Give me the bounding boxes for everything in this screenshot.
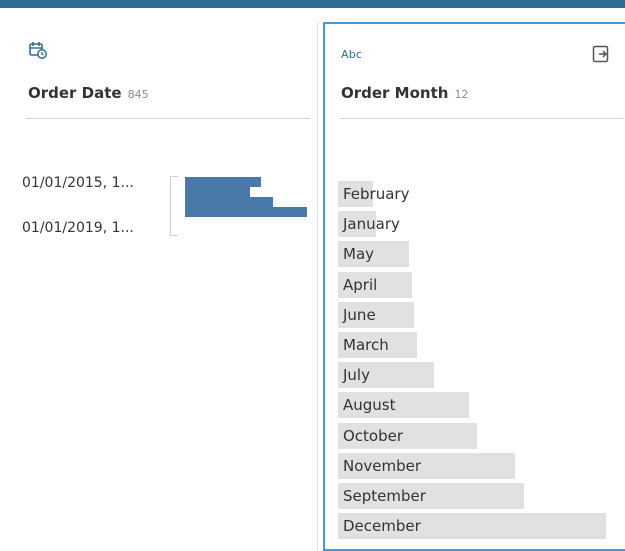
- value-list: February January May April June March July Augu…: [338, 179, 625, 541]
- string-type-icon: Abc: [341, 48, 363, 61]
- value-label: July: [343, 366, 370, 385]
- histogram-bar[interactable]: [185, 207, 307, 217]
- field-title: Order Month 12: [341, 84, 468, 102]
- export-icon[interactable]: [591, 44, 611, 64]
- distinct-count: 845: [127, 88, 149, 101]
- header-divider: [26, 118, 310, 119]
- value-label: August: [343, 396, 396, 415]
- distinct-count: 12: [454, 88, 469, 101]
- field-name: Order Date: [28, 84, 122, 102]
- value-row[interactable]: December: [338, 511, 625, 541]
- value-label: January: [343, 215, 400, 234]
- field-card-order-date[interactable]: Order Date 845 01/01/2015, 1... 01/01/201…: [4, 22, 318, 551]
- value-label: December: [343, 517, 421, 536]
- value-row[interactable]: February: [338, 179, 625, 209]
- calendar-clock-icon: [28, 40, 48, 60]
- value-label: November: [343, 456, 422, 475]
- histogram-bar[interactable]: [185, 197, 273, 207]
- histogram-bar[interactable]: [185, 177, 261, 187]
- range-start-label: 01/01/2015, 1...: [22, 175, 134, 191]
- top-accent-bar: [0, 0, 625, 8]
- header-divider: [339, 118, 623, 119]
- value-row[interactable]: May: [338, 239, 625, 269]
- value-row[interactable]: August: [338, 390, 625, 420]
- value-row[interactable]: April: [338, 270, 625, 300]
- value-label: April: [343, 275, 378, 294]
- value-row[interactable]: September: [338, 481, 625, 511]
- field-card-order-month[interactable]: Abc Order Month 12 February January May Apri…: [323, 22, 625, 551]
- value-label: June: [343, 305, 376, 324]
- value-label: September: [343, 486, 426, 505]
- field-name: Order Month: [341, 84, 449, 102]
- range-bracket: [170, 176, 178, 236]
- value-label: October: [343, 426, 404, 445]
- value-row[interactable]: November: [338, 451, 625, 481]
- value-row[interactable]: January: [338, 209, 625, 239]
- value-row[interactable]: March: [338, 330, 625, 360]
- histogram-bar[interactable]: [185, 187, 250, 197]
- value-label: February: [343, 185, 410, 203]
- value-row[interactable]: October: [338, 421, 625, 451]
- value-label: May: [343, 245, 375, 264]
- value-row[interactable]: June: [338, 300, 625, 330]
- range-end-label: 01/01/2019, 1...: [22, 220, 134, 236]
- value-row[interactable]: July: [338, 360, 625, 390]
- field-title: Order Date 845: [28, 84, 149, 102]
- value-label: March: [343, 335, 389, 354]
